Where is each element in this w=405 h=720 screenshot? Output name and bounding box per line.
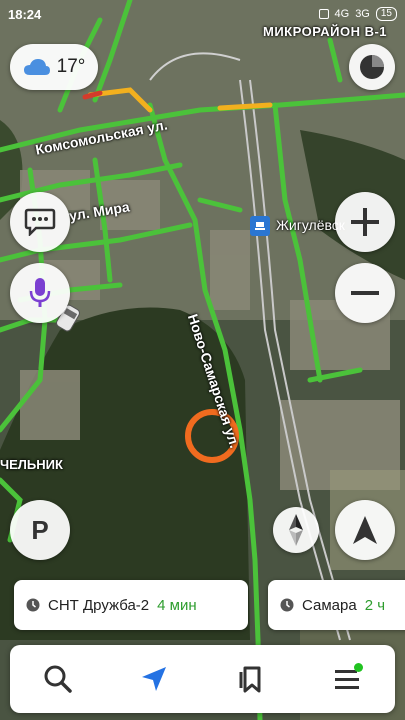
menu-button[interactable] (317, 649, 377, 709)
navigation-arrow-icon (353, 516, 377, 544)
temperature-value: 17° (56, 56, 86, 77)
parking-label: P (31, 514, 49, 545)
bookmarks-icon (239, 666, 261, 693)
clock-icon (280, 598, 294, 612)
my-location-button[interactable] (335, 500, 395, 560)
network-3g: 3G (355, 8, 370, 20)
search-icon (44, 665, 72, 693)
bottom-navigation (10, 645, 395, 713)
map-label-district: МИКРОРАЙОН В-1 (263, 24, 388, 39)
minus-icon (351, 291, 379, 295)
status-time: 18:24 (8, 6, 42, 22)
eta-time: 4 мин (157, 596, 197, 614)
compass-button[interactable] (273, 507, 319, 553)
navigation-button[interactable] (124, 649, 184, 709)
bookmarks-button[interactable] (221, 649, 281, 709)
chat-icon (24, 208, 56, 236)
voice-assistant-button[interactable] (10, 263, 70, 323)
search-button[interactable] (28, 649, 88, 709)
zoom-out-button[interactable] (335, 263, 395, 323)
weather-chip[interactable]: 17° (10, 44, 98, 90)
compass-icon (289, 514, 303, 546)
layers-button[interactable] (349, 44, 395, 90)
clock-icon (26, 598, 40, 612)
microphone-icon (29, 278, 51, 307)
map-label-chelnik: ЧЕЛЬНИК (0, 457, 63, 472)
cloud-icon (23, 59, 50, 75)
network-4g: 4G (334, 8, 350, 20)
plus-icon (351, 208, 379, 236)
layers-icon (360, 55, 384, 79)
notification-dot (353, 663, 363, 672)
parking-button[interactable]: P (10, 500, 70, 560)
alarm-icon (318, 9, 329, 19)
eta-destination: Самара (302, 596, 357, 614)
zoom-in-button[interactable] (335, 192, 395, 252)
eta-destination: СНТ Дружба-2 (48, 596, 150, 614)
chat-button[interactable] (10, 192, 70, 252)
navigation-arrow-icon (142, 667, 167, 691)
station-icon (250, 216, 270, 236)
status-icons: 4G 3G 15 (318, 7, 397, 21)
eta-card-1[interactable]: СНТ Дружба-2 4 мин (14, 580, 248, 630)
eta-time: 2 ч (364, 596, 386, 614)
battery-indicator: 15 (375, 7, 397, 21)
eta-card-2[interactable]: Самара 2 ч (268, 580, 405, 630)
